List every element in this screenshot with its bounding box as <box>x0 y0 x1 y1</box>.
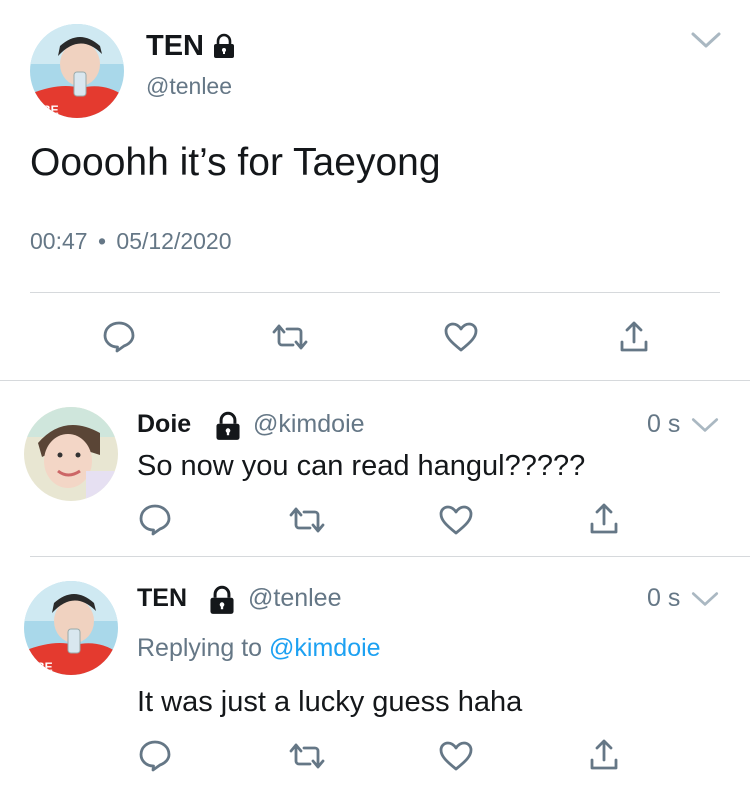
like-icon[interactable] <box>438 504 474 536</box>
author-handle[interactable]: @tenlee <box>248 584 342 613</box>
author-name[interactable]: TEN <box>146 30 204 63</box>
reply-icon[interactable] <box>102 319 136 353</box>
replying-to-label: Replying to <box>137 634 263 662</box>
tweet-timestamp: 00:47 • 05/12/2020 <box>30 228 232 255</box>
reply-age: 0 s <box>647 410 681 438</box>
lock-icon <box>207 585 237 615</box>
divider <box>30 292 720 293</box>
svg-text:BE: BE <box>36 660 53 674</box>
like-icon[interactable] <box>438 740 474 772</box>
reply-text: So now you can read hangul????? <box>137 450 586 482</box>
share-icon[interactable] <box>589 502 619 536</box>
replying-to-link[interactable]: @kimdoie <box>269 634 381 662</box>
retweet-icon[interactable] <box>272 322 308 352</box>
author-name[interactable]: Doie <box>137 410 191 438</box>
reply-icon[interactable] <box>138 502 172 536</box>
svg-text:BE: BE <box>42 103 59 117</box>
lock-icon <box>212 33 236 59</box>
like-icon[interactable] <box>443 321 479 353</box>
reply-age: 0 s <box>647 584 681 612</box>
share-icon[interactable] <box>589 738 619 772</box>
timestamp-separator: • <box>97 228 107 254</box>
avatar[interactable]: BE <box>24 581 118 675</box>
replying-to: Replying to @kimdoie <box>137 634 381 663</box>
tweet-date: 05/12/2020 <box>116 228 232 254</box>
retweet-icon[interactable] <box>289 741 325 771</box>
divider <box>0 380 750 381</box>
avatar[interactable]: BE <box>30 24 124 118</box>
author-name[interactable]: TEN <box>137 584 187 613</box>
share-icon[interactable] <box>619 320 649 354</box>
tweet-text: Oooohh it’s for Taeyong <box>30 141 441 184</box>
avatar[interactable] <box>24 407 118 501</box>
chevron-down-icon[interactable] <box>690 30 722 50</box>
reply-text: It was just a lucky guess haha <box>137 686 523 718</box>
chevron-down-icon[interactable] <box>690 416 720 434</box>
divider <box>30 556 750 557</box>
lock-icon <box>213 411 243 441</box>
author-handle[interactable]: @kimdoie <box>253 410 365 439</box>
tweet-time: 00:47 <box>30 228 88 254</box>
chevron-down-icon[interactable] <box>690 590 720 608</box>
retweet-icon[interactable] <box>289 505 325 535</box>
reply-icon[interactable] <box>138 738 172 772</box>
reply-header: Doie <box>137 410 191 439</box>
author-handle[interactable]: @tenlee <box>146 73 232 100</box>
